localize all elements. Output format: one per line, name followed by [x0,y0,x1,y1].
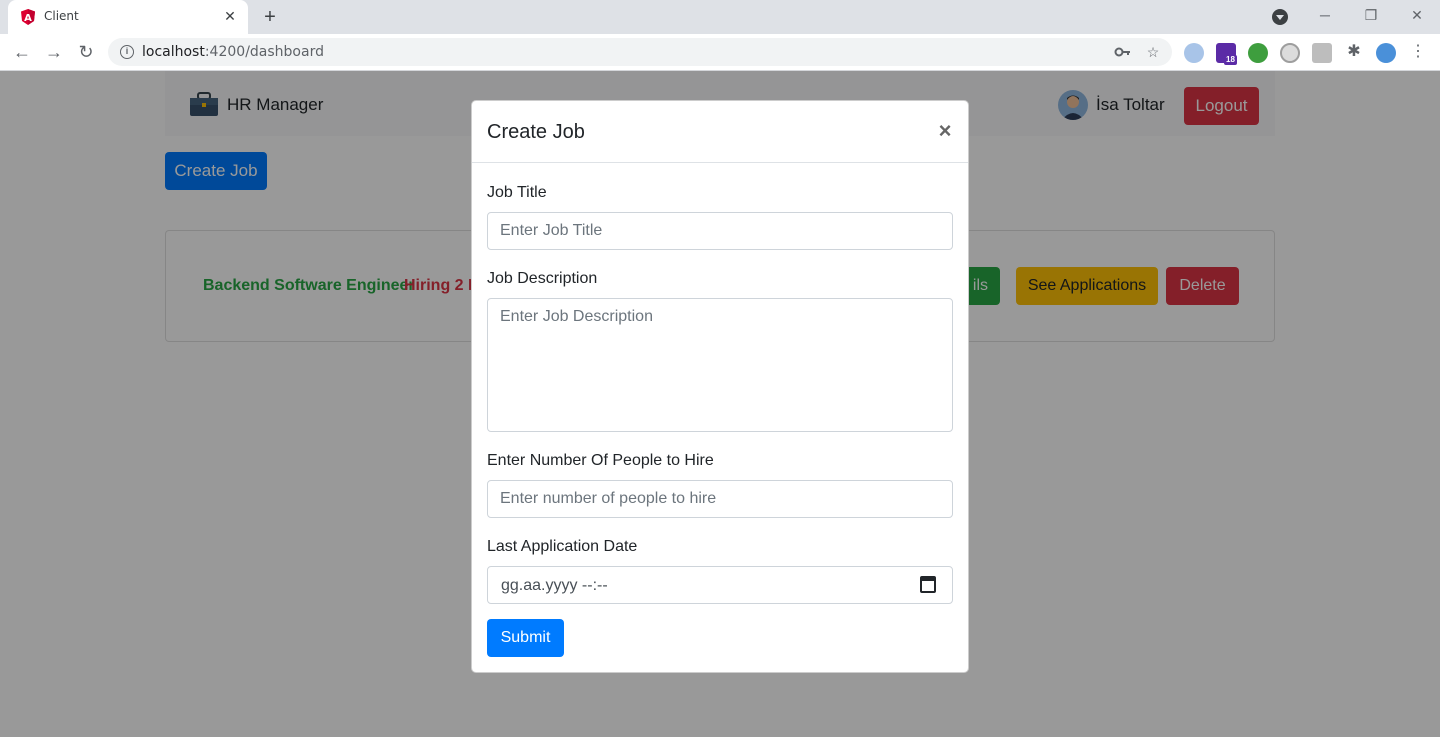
minimize-icon[interactable]: ─ [1314,4,1336,26]
hire-count-label: Enter Number Of People to Hire [487,452,714,469]
new-tab-button[interactable]: + [260,6,280,28]
adblock-icon[interactable] [1280,43,1300,63]
tab-close-icon[interactable]: ✕ [222,8,238,24]
last-date-input[interactable]: gg.aa.yyyy --:-- [487,566,953,604]
tab-title: Client [44,9,79,23]
extension-3-icon[interactable] [1248,43,1268,63]
extension-1-icon[interactable] [1184,43,1204,63]
last-date-label: Last Application Date [487,538,638,555]
calendar-icon[interactable] [920,576,936,593]
job-title-input[interactable] [487,212,953,250]
modal-title: Create Job [487,121,585,143]
angular-logo-icon: A [21,9,35,25]
bookmark-star-icon[interactable]: ☆ [1144,43,1162,61]
submit-button[interactable]: Submit [487,619,564,657]
site-info-icon[interactable]: i [120,45,134,59]
create-job-modal: Create Job × Job Title Job Description E… [471,100,969,673]
camera-icon[interactable] [1312,43,1332,63]
hire-count-input[interactable] [487,480,953,518]
modal-close-icon[interactable]: × [934,119,956,143]
window-close-icon[interactable]: ✕ [1406,4,1428,26]
address-bar[interactable]: i localhost:4200/dashboard ☆ [108,38,1172,66]
job-description-label: Job Description [487,270,598,287]
browser-toolbar: ← → ↻ i localhost:4200/dashboard ☆ 18 ✱ … [0,34,1440,71]
tab-search-icon[interactable] [1272,9,1288,25]
menu-kebab-icon[interactable]: ⋮ [1406,41,1430,63]
forward-icon[interactable]: → [42,41,66,63]
modal-header: Create Job × [472,101,968,163]
reload-icon[interactable]: ↻ [74,41,98,63]
extensions-puzzle-icon[interactable]: ✱ [1342,41,1366,63]
url-text: localhost:4200/dashboard [142,44,324,60]
svg-text:A: A [24,13,32,24]
last-date-value: gg.aa.yyyy --:-- [501,577,608,594]
restore-icon[interactable]: ❐ [1360,4,1382,26]
key-icon[interactable] [1114,43,1132,61]
extension-2-icon[interactable]: 18 [1216,43,1237,65]
browser-tab-strip: A Client ✕ + ─ ❐ ✕ [0,0,1440,34]
job-description-textarea[interactable] [487,298,953,432]
back-icon[interactable]: ← [10,41,34,63]
profile-avatar-icon[interactable] [1376,43,1396,63]
browser-tab[interactable]: A Client ✕ [8,0,248,34]
job-title-label: Job Title [487,184,547,201]
